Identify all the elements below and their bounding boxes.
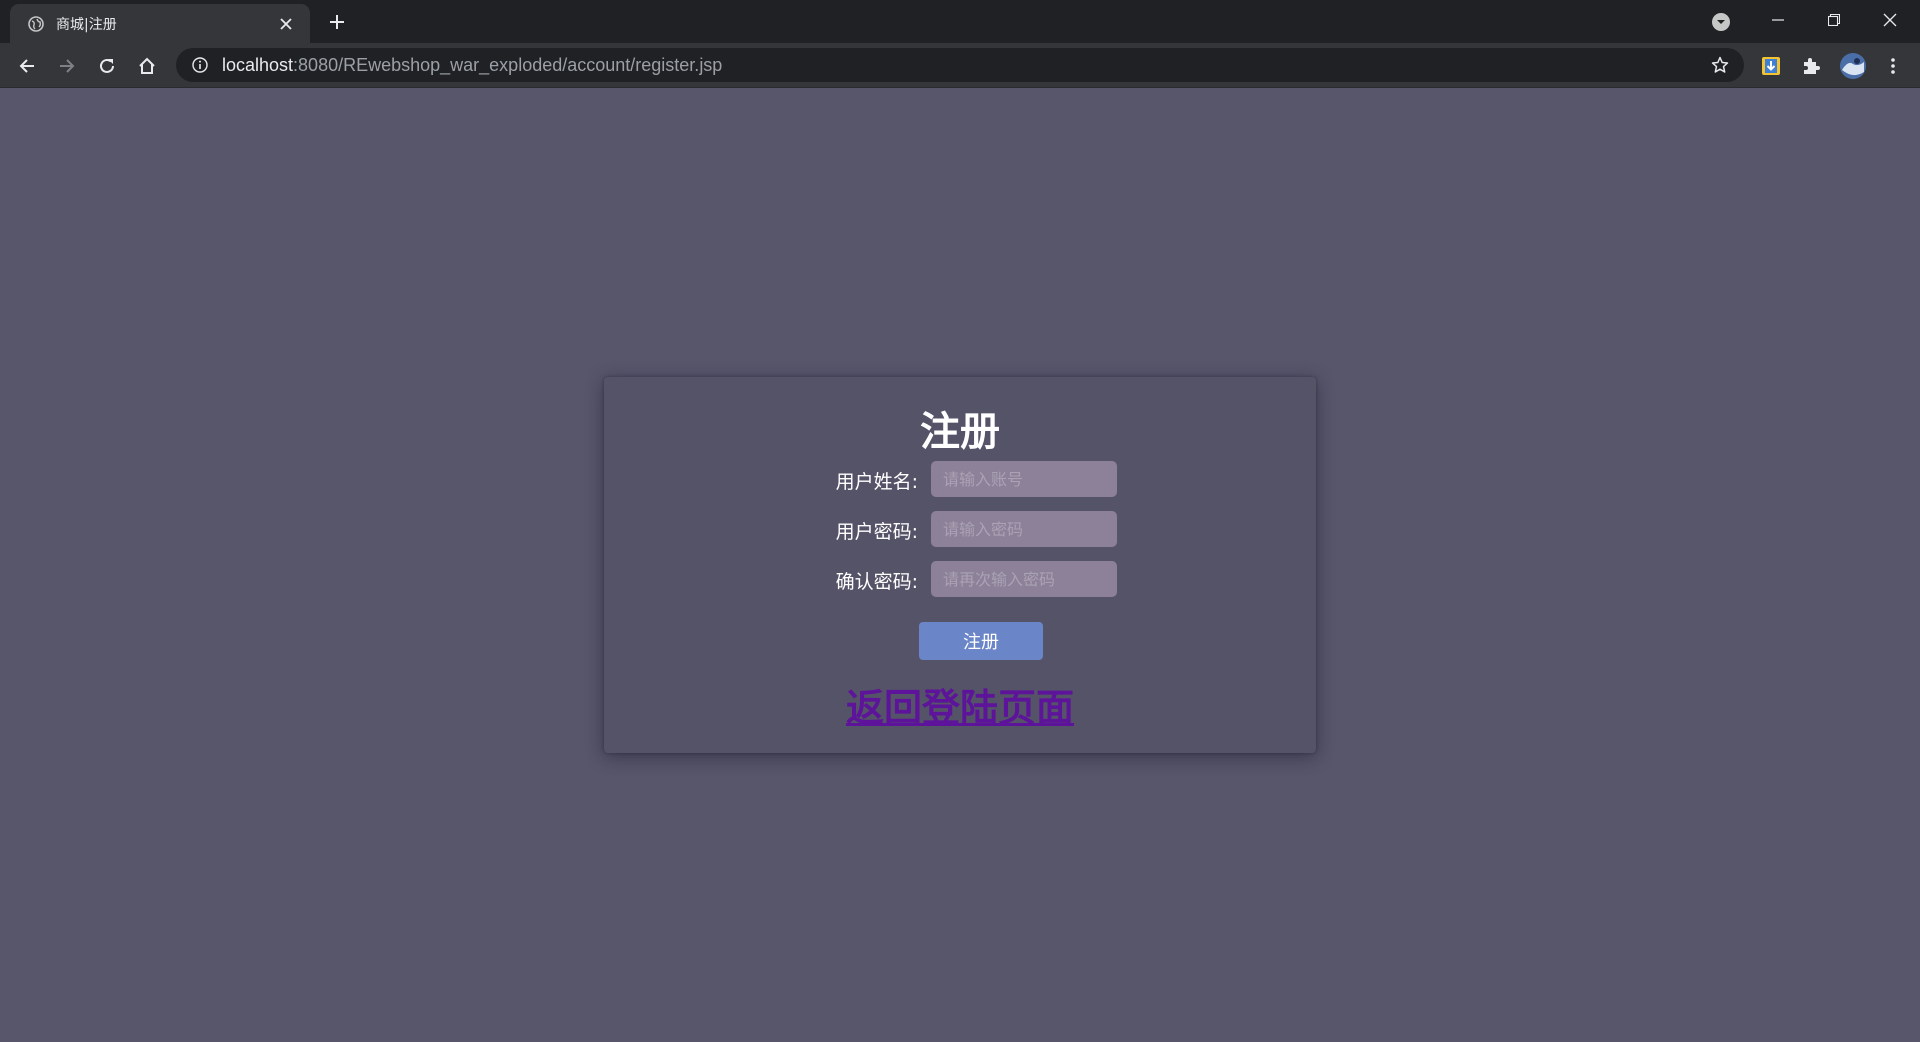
username-input[interactable] [931, 461, 1117, 497]
username-label: 用户姓名: [835, 471, 918, 493]
page-content: 注册 用户姓名: 用户密码: 确认密码: 注册 返回登陆页面 [0, 88, 1920, 1042]
confirm-password-row: 确认密码: [604, 561, 1316, 597]
tab-search-chevron-icon[interactable] [1709, 10, 1733, 34]
password-input[interactable] [931, 511, 1117, 547]
arrow-left-icon[interactable] [12, 51, 42, 81]
password-row: 用户密码: [604, 511, 1316, 547]
back-to-login-link[interactable]: 返回登陆页面 [604, 677, 1316, 732]
password-label: 用户密码: [835, 521, 918, 543]
url-text: localhost:8080/REwebshop_war_exploded/ac… [222, 55, 722, 76]
star-icon[interactable] [1708, 53, 1732, 77]
confirm-password-input[interactable] [931, 561, 1117, 597]
globe-icon [26, 14, 46, 34]
home-icon[interactable] [132, 51, 162, 81]
close-icon[interactable] [276, 14, 296, 34]
info-icon[interactable] [190, 55, 210, 75]
window-close-icon[interactable] [1862, 0, 1918, 40]
url-path: :8080/REwebshop_war_exploded/account/reg… [293, 54, 723, 75]
arrow-right-icon[interactable] [52, 51, 82, 81]
url-host: localhost [222, 54, 294, 75]
kebab-menu-icon[interactable] [1878, 51, 1908, 81]
browser-tab[interactable]: 商城|注册 [10, 4, 310, 43]
register-button[interactable]: 注册 [919, 622, 1043, 660]
reload-icon[interactable] [92, 51, 122, 81]
confirm-password-label: 确认密码: [835, 571, 918, 593]
address-bar[interactable]: localhost:8080/REwebshop_war_exploded/ac… [176, 48, 1744, 82]
avatar[interactable] [1838, 51, 1868, 81]
browser-toolbar: localhost:8080/REwebshop_war_exploded/ac… [0, 43, 1920, 88]
tab-title: 商城|注册 [56, 16, 117, 33]
username-row: 用户姓名: [604, 461, 1316, 497]
minimize-icon[interactable] [1750, 0, 1806, 40]
puzzle-icon[interactable] [1796, 51, 1826, 81]
browser-tab-strip: 商城|注册 [0, 0, 1920, 43]
restore-icon[interactable] [1806, 0, 1862, 40]
register-card: 注册 用户姓名: 用户密码: 确认密码: 注册 返回登陆页面 [604, 377, 1316, 753]
download-extension-icon[interactable] [1756, 51, 1786, 81]
new-tab-plus-icon[interactable] [325, 10, 349, 34]
page-title: 注册 [920, 409, 1000, 455]
